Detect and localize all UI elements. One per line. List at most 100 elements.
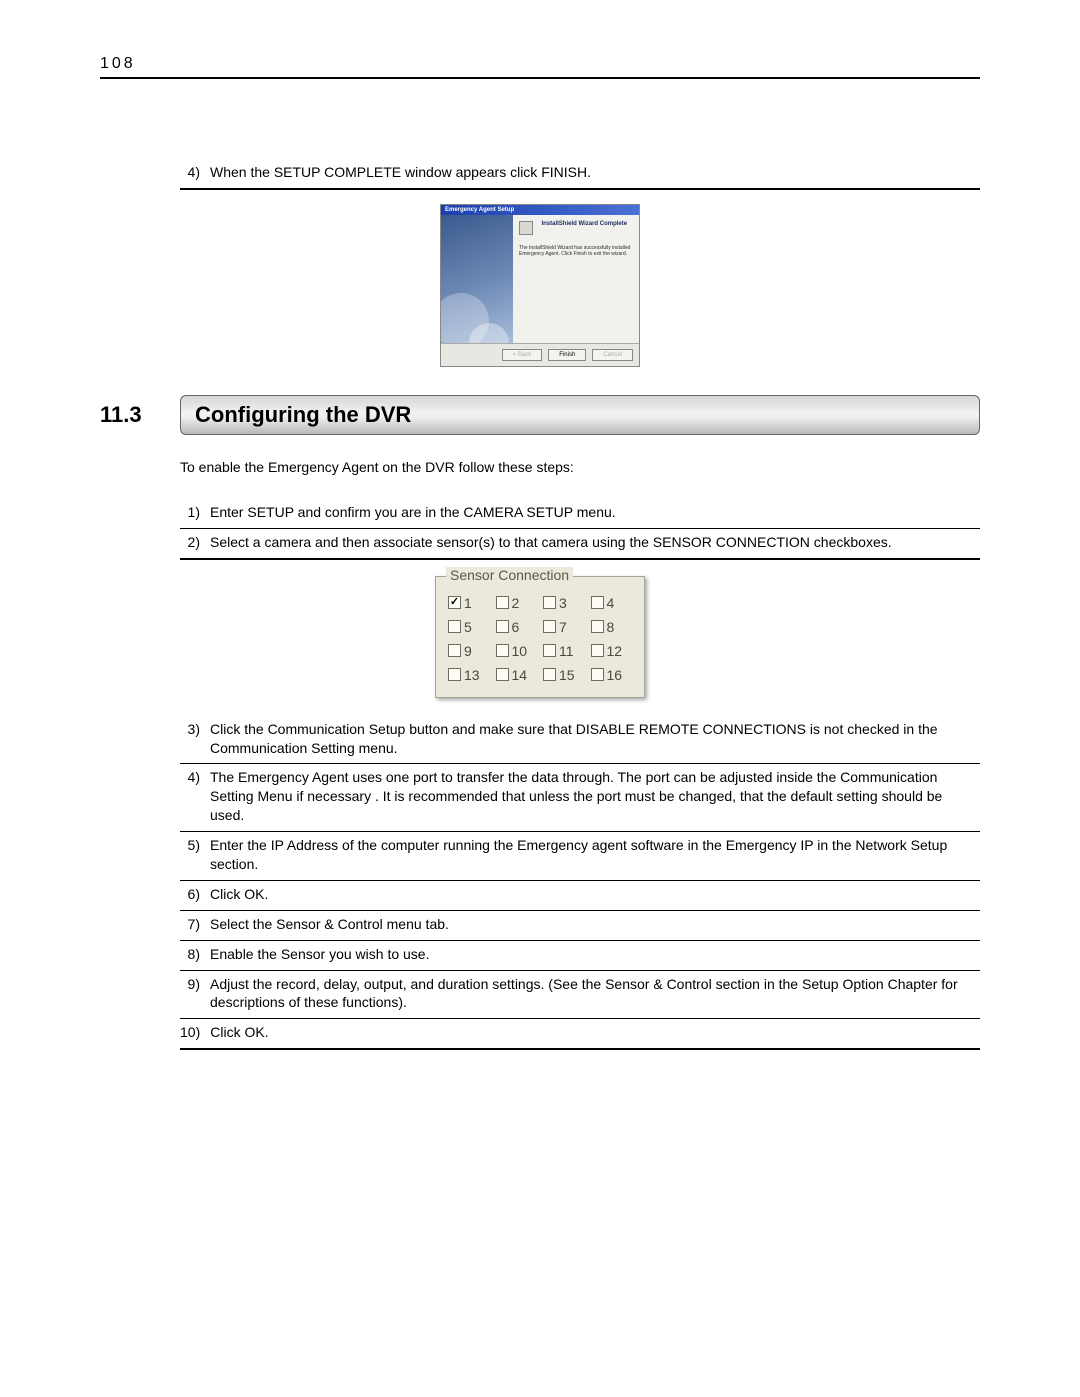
sensor-item: 5: [448, 619, 490, 635]
step-number: 8): [180, 945, 210, 964]
sensor-label: 13: [464, 667, 480, 683]
step-text: When the SETUP COMPLETE window appears c…: [210, 163, 980, 182]
wizard-titlebar: Emergency Agent Setup: [441, 205, 639, 215]
sensor-checkbox[interactable]: [591, 620, 604, 633]
list-item: 10)Click OK.: [180, 1019, 980, 1046]
sensor-item: 8: [591, 619, 633, 635]
list-item: 3)Click the Communication Setup button a…: [180, 716, 980, 762]
list-item: 1)Enter SETUP and confirm you are in the…: [180, 499, 980, 526]
sensor-item: 10: [496, 643, 538, 659]
list-item: 4)The Emergency Agent uses one port to t…: [180, 764, 980, 829]
sensor-checkbox[interactable]: [448, 644, 461, 657]
list-item: 2)Select a camera and then associate sen…: [180, 529, 980, 556]
step-number: 1): [180, 503, 210, 522]
sensor-label: 1: [464, 595, 472, 611]
sensor-label: 10: [512, 643, 528, 659]
sensor-item: 15: [543, 667, 585, 683]
back-button[interactable]: < Back: [502, 349, 543, 361]
sensor-checkbox[interactable]: [496, 668, 509, 681]
step-text: Click OK.: [210, 1023, 980, 1042]
step-number: 7): [180, 915, 210, 934]
divider: [180, 188, 980, 190]
sensor-checkbox[interactable]: [543, 620, 556, 633]
step-number: 5): [180, 836, 210, 874]
list-item: 4) When the SETUP COMPLETE window appear…: [180, 159, 980, 186]
sensor-item: 4: [591, 595, 633, 611]
sensor-item: 9: [448, 643, 490, 659]
list-item: 8)Enable the Sensor you wish to use.: [180, 941, 980, 968]
sensor-label: 16: [607, 667, 623, 683]
sensor-item: 12: [591, 643, 633, 659]
sensor-label: 15: [559, 667, 575, 683]
step-number: 6): [180, 885, 210, 904]
sensor-item: 6: [496, 619, 538, 635]
sensor-legend: Sensor Connection: [446, 567, 573, 583]
step-number: 4): [180, 768, 210, 825]
section-number: 11.3: [100, 402, 180, 428]
divider: [180, 558, 980, 560]
sensor-item: 14: [496, 667, 538, 683]
sensor-checkbox[interactable]: [591, 668, 604, 681]
steps-block-a: 1)Enter SETUP and confirm you are in the…: [180, 499, 980, 560]
list-item: 6)Click OK.: [180, 881, 980, 908]
sensor-item: 11: [543, 643, 585, 659]
sensor-checkbox[interactable]: [543, 668, 556, 681]
sensor-grid: ✓12345678910111213141516: [448, 595, 632, 683]
step-text: Adjust the record, delay, output, and du…: [210, 975, 980, 1013]
intro-paragraph: To enable the Emergency Agent on the DVR…: [180, 459, 980, 475]
step-number: 2): [180, 533, 210, 552]
sensor-checkbox[interactable]: [543, 644, 556, 657]
step-text: Click OK.: [210, 885, 980, 904]
sensor-checkbox[interactable]: [591, 644, 604, 657]
sensor-item: 16: [591, 667, 633, 683]
finish-button[interactable]: Finish: [548, 349, 586, 361]
sensor-checkbox[interactable]: [496, 620, 509, 633]
cancel-button[interactable]: Cancel: [592, 349, 633, 361]
sensor-label: 11: [559, 643, 574, 659]
wizard-body: InstallShield Wizard Complete The Instal…: [441, 215, 639, 343]
sensor-label: 5: [464, 619, 472, 635]
sensor-item: 3: [543, 595, 585, 611]
wizard-footer: < Back Finish Cancel: [441, 343, 639, 366]
list-item: 5)Enter the IP Address of the computer r…: [180, 832, 980, 878]
sensor-checkbox[interactable]: [448, 668, 461, 681]
step-text: Click the Communication Setup button and…: [210, 720, 980, 758]
wizard-window: Emergency Agent Setup InstallShield Wiza…: [440, 204, 640, 367]
list-item: 9)Adjust the record, delay, output, and …: [180, 971, 980, 1017]
divider: [180, 1048, 980, 1050]
sensor-checkbox[interactable]: [543, 596, 556, 609]
sensor-label: 7: [559, 619, 567, 635]
sensor-checkbox[interactable]: [448, 620, 461, 633]
header-rule: [100, 77, 980, 79]
step-number: 9): [180, 975, 210, 1013]
wizard-heading: InstallShield Wizard Complete: [541, 221, 627, 227]
sensor-figure: Sensor Connection ✓123456789101112131415…: [435, 576, 645, 698]
steps-block-b: 3)Click the Communication Setup button a…: [180, 716, 980, 1051]
step-number: 3): [180, 720, 210, 758]
sensor-item: 13: [448, 667, 490, 683]
step-number: 10): [180, 1023, 210, 1042]
sensor-item: 7: [543, 619, 585, 635]
sensor-checkbox[interactable]: [591, 596, 604, 609]
step-text: Enter the IP Address of the computer run…: [210, 836, 980, 874]
sensor-checkbox[interactable]: [496, 596, 509, 609]
wizard-figure: Emergency Agent Setup InstallShield Wiza…: [440, 204, 640, 367]
step-number: 4): [180, 163, 210, 182]
page-number: 108: [100, 55, 980, 73]
wizard-side-graphic: [441, 215, 513, 343]
sensor-label: 4: [607, 595, 615, 611]
step-text: Enable the Sensor you wish to use.: [210, 945, 980, 964]
sensor-item: 2: [496, 595, 538, 611]
sensor-label: 2: [512, 595, 520, 611]
sensor-label: 9: [464, 643, 472, 659]
sensor-label: 14: [512, 667, 528, 683]
sensor-label: 3: [559, 595, 567, 611]
list-item: 7)Select the Sensor & Control menu tab.: [180, 911, 980, 938]
wizard-paragraph: The InstallShield Wizard has successfull…: [519, 245, 633, 258]
sensor-checkbox[interactable]: ✓: [448, 596, 461, 609]
sensor-checkbox[interactable]: [496, 644, 509, 657]
step-text: Enter SETUP and confirm you are in the C…: [210, 503, 980, 522]
installer-icon: [519, 221, 533, 235]
sensor-label: 8: [607, 619, 615, 635]
step-text: Select the Sensor & Control menu tab.: [210, 915, 980, 934]
